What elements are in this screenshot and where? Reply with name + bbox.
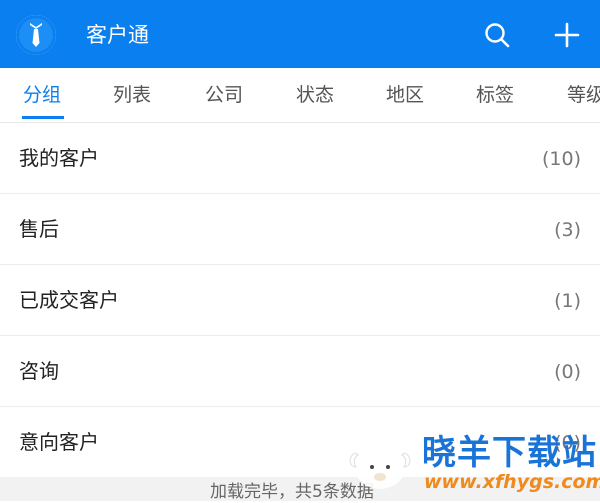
list-item[interactable]: 已成交客户 (1) bbox=[0, 265, 600, 336]
tab-status[interactable]: 状态 bbox=[296, 68, 334, 122]
group-name: 意向客户 bbox=[19, 430, 99, 454]
group-count: (10) bbox=[541, 148, 581, 170]
tab-groups[interactable]: 分组 bbox=[23, 68, 61, 122]
list-item[interactable]: 意向客户 (0) bbox=[0, 407, 600, 477]
active-tab-indicator bbox=[22, 116, 64, 119]
group-list: 我的客户 (10) 售后 (3) 已成交客户 (1) 咨询 (0) 意向客户 (… bbox=[0, 123, 600, 477]
group-count: (0) bbox=[554, 361, 581, 383]
list-item[interactable]: 售后 (3) bbox=[0, 194, 600, 265]
app-title: 客户通 bbox=[86, 23, 149, 47]
group-name: 售后 bbox=[19, 217, 59, 241]
list-item[interactable]: 咨询 (0) bbox=[0, 336, 600, 407]
add-icon[interactable] bbox=[552, 20, 582, 50]
app-logo-icon bbox=[16, 15, 56, 55]
list-item[interactable]: 我的客户 (10) bbox=[0, 123, 600, 194]
tab-company[interactable]: 公司 bbox=[205, 68, 243, 122]
tab-tags[interactable]: 标签 bbox=[476, 68, 514, 122]
load-status-text: 加载完毕，共5条数据 bbox=[210, 482, 374, 502]
group-count: (3) bbox=[554, 219, 581, 241]
tab-list[interactable]: 列表 bbox=[113, 68, 151, 122]
group-name: 已成交客户 bbox=[19, 288, 119, 312]
group-count: (0) bbox=[554, 432, 581, 454]
load-status-bar: 加载完毕，共5条数据 bbox=[0, 477, 600, 502]
category-tabs: 分组 列表 公司 状态 地区 标签 等级 bbox=[0, 68, 600, 123]
group-name: 咨询 bbox=[19, 359, 59, 383]
search-icon[interactable] bbox=[482, 20, 512, 50]
app-header: 客户通 bbox=[0, 0, 600, 68]
group-name: 我的客户 bbox=[19, 146, 99, 170]
group-count: (1) bbox=[554, 290, 581, 312]
tab-level[interactable]: 等级 bbox=[567, 68, 600, 122]
tab-region[interactable]: 地区 bbox=[386, 68, 424, 122]
